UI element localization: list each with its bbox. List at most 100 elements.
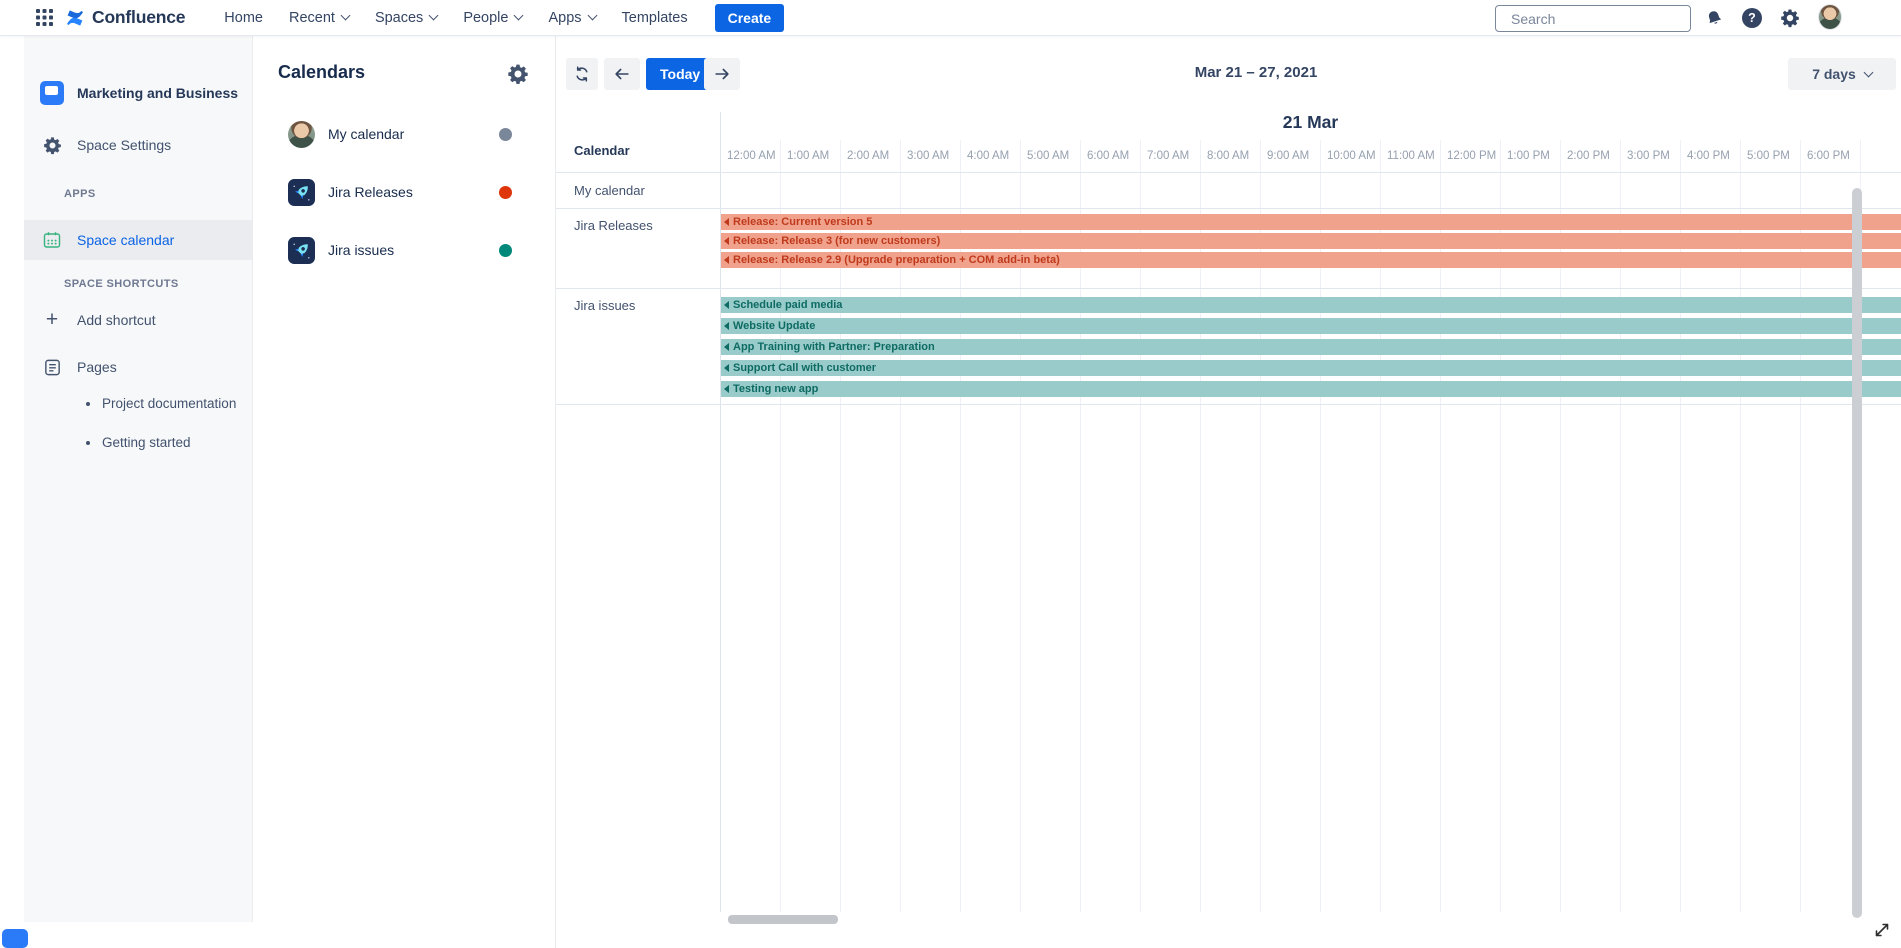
grid-header-border bbox=[556, 172, 1901, 173]
nav-item-apps[interactable]: Apps bbox=[535, 0, 608, 36]
sidebar-item-space-settings[interactable]: Space Settings bbox=[40, 133, 171, 157]
logo-wordmark: Confluence bbox=[92, 7, 185, 28]
profile-button[interactable] bbox=[1818, 5, 1842, 29]
continues-left-icon bbox=[724, 343, 729, 351]
calendar-list-item-jira-issues[interactable]: Jira issues bbox=[254, 232, 556, 268]
sidebar-item-space-calendar[interactable]: Space calendar bbox=[24, 220, 253, 260]
bullet-icon bbox=[86, 402, 90, 406]
hour-header-cell: 12:00 AM bbox=[721, 140, 780, 172]
calendar-color-dot bbox=[499, 128, 512, 141]
event-title: App Training with Partner: Preparation bbox=[733, 341, 935, 353]
search-input[interactable] bbox=[1511, 11, 1692, 27]
notifications-button[interactable] bbox=[1702, 6, 1726, 30]
help-button[interactable]: ? bbox=[1740, 6, 1764, 30]
vertical-scrollbar[interactable] bbox=[1852, 188, 1862, 918]
event-bar-support-call-with-customer[interactable]: Support Call with customer bbox=[721, 360, 1901, 376]
nav-item-spaces[interactable]: Spaces bbox=[362, 0, 450, 36]
continues-left-icon bbox=[724, 301, 729, 309]
hour-label: 2:00 AM bbox=[841, 150, 889, 162]
row-label-my-calendar: My calendar bbox=[574, 183, 645, 198]
calendar-column-header: Calendar bbox=[574, 143, 630, 158]
calendar-color-dot bbox=[499, 186, 512, 199]
hour-label: 1:00 AM bbox=[781, 150, 829, 162]
event-bar-release-current-version-5[interactable]: Release: Current version 5 bbox=[721, 214, 1901, 230]
hour-label: 10:00 AM bbox=[1321, 150, 1376, 162]
row-border bbox=[556, 288, 1901, 289]
row-border bbox=[556, 404, 1901, 405]
hour-label: 7:00 AM bbox=[1141, 150, 1189, 162]
event-bar-testing-new-app[interactable]: Testing new app bbox=[721, 381, 1901, 397]
row-label-jira-releases: Jira Releases bbox=[574, 218, 653, 233]
apps-section-label: APPS bbox=[64, 188, 96, 200]
event-title: Release: Current version 5 bbox=[733, 216, 872, 228]
sidebar-item-add-shortcut[interactable]: + Add shortcut bbox=[40, 308, 156, 332]
nav-item-label: People bbox=[463, 10, 508, 26]
calendars-panel: Calendars My calendarJira ReleasesJira i… bbox=[254, 36, 556, 948]
continues-left-icon bbox=[724, 322, 729, 330]
hour-header-cell: 3:00 PM bbox=[1621, 140, 1680, 172]
nav-item-people[interactable]: People bbox=[450, 0, 535, 36]
hour-header-cell: 4:00 AM bbox=[961, 140, 1020, 172]
hour-label: 5:00 AM bbox=[1021, 150, 1069, 162]
hour-label: 6:00 AM bbox=[1081, 150, 1129, 162]
settings-button[interactable] bbox=[1778, 6, 1802, 30]
event-title: Website Update bbox=[733, 320, 815, 332]
hour-label: 1:00 PM bbox=[1501, 150, 1550, 162]
calendar-list-item-my-calendar[interactable]: My calendar bbox=[254, 116, 556, 152]
user-avatar bbox=[1818, 4, 1842, 30]
event-bar-release-release-2-9-upgrade-preparation-com-add-in-beta[interactable]: Release: Release 2.9 (Upgrade preparatio… bbox=[721, 252, 1901, 268]
hour-label: 12:00 AM bbox=[721, 150, 776, 162]
sidebar-item-pages[interactable]: Pages bbox=[40, 355, 117, 379]
hour-label: 8:00 AM bbox=[1201, 150, 1249, 162]
space-calendar-row: Space calendar bbox=[40, 228, 174, 252]
nav-item-recent[interactable]: Recent bbox=[276, 0, 362, 36]
hour-label: 9:00 AM bbox=[1261, 150, 1309, 162]
event-title: Release: Release 2.9 (Upgrade preparatio… bbox=[733, 254, 1060, 266]
gear-icon bbox=[40, 133, 64, 157]
sidebar-page-link-project-documentation[interactable]: Project documentation bbox=[86, 396, 236, 411]
app-switcher-button[interactable] bbox=[32, 6, 56, 30]
resize-handle[interactable] bbox=[1872, 920, 1892, 945]
space-avatar-icon bbox=[40, 81, 64, 105]
event-bar-website-update[interactable]: Website Update bbox=[721, 318, 1901, 334]
event-bar-schedule-paid-media[interactable]: Schedule paid media bbox=[721, 297, 1901, 313]
calendar-name: Jira issues bbox=[328, 242, 499, 258]
space-calendar-label: Space calendar bbox=[77, 232, 174, 248]
sidebar-page-link-getting-started[interactable]: Getting started bbox=[86, 435, 191, 450]
event-bar-app-training-with-partner-preparation[interactable]: App Training with Partner: Preparation bbox=[721, 339, 1901, 355]
add-shortcut-label: Add shortcut bbox=[77, 312, 156, 328]
calendar-grid: 21 Mar Calendar 12:00 AM1:00 AM2:00 AM3:… bbox=[556, 36, 1901, 948]
nav-item-templates[interactable]: Templates bbox=[609, 0, 701, 36]
space-name: Marketing and Business bbox=[77, 85, 238, 101]
calendar-color-dot bbox=[499, 244, 512, 257]
nav-item-home[interactable]: Home bbox=[211, 0, 276, 36]
gear-icon bbox=[1780, 8, 1800, 28]
hour-header-cell: 5:00 AM bbox=[1021, 140, 1080, 172]
calendars-settings-button[interactable] bbox=[507, 63, 529, 85]
continues-left-icon bbox=[724, 256, 729, 264]
event-bar-release-release-3-for-new-customers[interactable]: Release: Release 3 (for new customers) bbox=[721, 233, 1901, 249]
event-title: Support Call with customer bbox=[733, 362, 876, 374]
chevron-down-icon bbox=[429, 11, 439, 21]
event-title: Schedule paid media bbox=[733, 299, 842, 311]
horizontal-scrollbar[interactable] bbox=[728, 915, 838, 924]
confluence-logo[interactable]: Confluence bbox=[64, 7, 185, 29]
hour-label: 4:00 PM bbox=[1681, 150, 1730, 162]
hour-header-cell: 2:00 PM bbox=[1561, 140, 1620, 172]
calendar-name: My calendar bbox=[328, 126, 499, 142]
hour-label: 4:00 AM bbox=[961, 150, 1009, 162]
calendar-list-item-jira-releases[interactable]: Jira Releases bbox=[254, 174, 556, 210]
space-header[interactable]: Marketing and Business bbox=[40, 81, 238, 105]
jira-rocket-icon bbox=[288, 179, 315, 206]
hour-header-cell: 2:00 AM bbox=[841, 140, 900, 172]
search-box[interactable] bbox=[1495, 5, 1691, 32]
hour-header-cell: 1:00 AM bbox=[781, 140, 840, 172]
hour-header-cell: 4:00 PM bbox=[1681, 140, 1740, 172]
hour-label: 6:00 PM bbox=[1801, 150, 1850, 162]
create-button[interactable]: Create bbox=[715, 4, 785, 32]
navbar-menu: HomeRecentSpaces People Apps Templates bbox=[211, 0, 700, 36]
pages-icon bbox=[40, 355, 64, 379]
nav-item-label: Templates bbox=[622, 10, 688, 26]
pages-label: Pages bbox=[77, 359, 117, 375]
bullet-icon bbox=[86, 441, 90, 445]
